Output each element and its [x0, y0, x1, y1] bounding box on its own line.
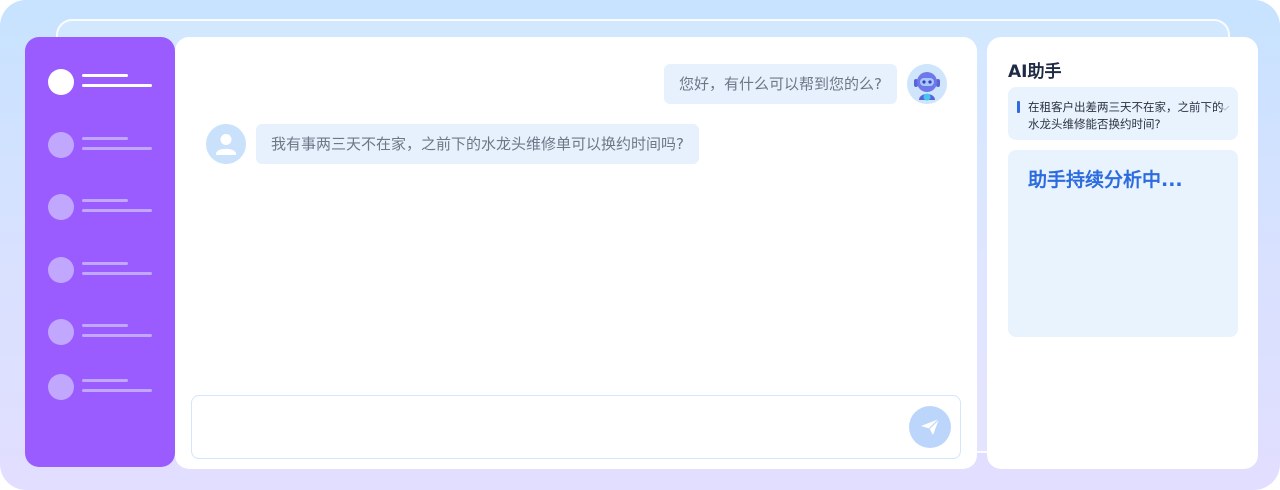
user-avatar-icon	[206, 124, 246, 164]
ai-assistant-panel: AI助手 在租客户出差两三天不在家，之前下的水龙头维修能否换约时间? 助手持续分…	[987, 37, 1258, 469]
user-message-bubble: 我有事两三天不在家，之前下的水龙头维修单可以换约时间吗?	[256, 124, 699, 164]
nav-label-line	[82, 272, 152, 275]
nav-label-line	[82, 199, 128, 202]
nav-label-line	[82, 262, 128, 265]
nav-dot-icon	[48, 319, 74, 345]
nav-label-line	[82, 74, 128, 77]
nav-dot-icon	[48, 69, 74, 95]
nav-dot-icon	[48, 374, 74, 400]
nav-dot-icon	[48, 194, 74, 220]
send-button[interactable]	[909, 406, 951, 448]
nav-label-line	[82, 389, 152, 392]
chevron-down-icon[interactable]	[1220, 104, 1230, 112]
nav-dot-icon	[48, 257, 74, 283]
sidebar-item-2[interactable]	[48, 131, 158, 159]
paper-plane-icon	[921, 418, 940, 435]
sidebar	[25, 37, 175, 467]
analysis-status-card: 助手持续分析中...	[1008, 150, 1238, 337]
nav-label-line	[82, 84, 152, 87]
accent-bar	[1017, 101, 1020, 113]
query-summary-card[interactable]: 在租客户出差两三天不在家，之前下的水龙头维修能否换约时间?	[1008, 87, 1238, 140]
robot-avatar-icon	[907, 64, 947, 104]
query-summary-text: 在租客户出差两三天不在家，之前下的水龙头维修能否换约时间?	[1028, 100, 1224, 131]
analysis-status-text: 助手持续分析中...	[1028, 169, 1183, 191]
sidebar-item-6[interactable]	[48, 373, 158, 401]
sidebar-item-3[interactable]	[48, 193, 158, 221]
app-background: 您好，有什么可以帮到您的么? 我有事两三天不在家，之前下的水龙头维修单可以换约时…	[0, 0, 1280, 490]
nav-label-line	[82, 379, 128, 382]
nav-dot-icon	[48, 132, 74, 158]
message-input[interactable]	[191, 395, 961, 459]
assistant-message-bubble: 您好，有什么可以帮到您的么?	[664, 64, 897, 104]
nav-label-line	[82, 137, 128, 140]
nav-label-line	[82, 334, 152, 337]
nav-label-line	[82, 147, 152, 150]
nav-label-line	[82, 324, 128, 327]
sidebar-item-5[interactable]	[48, 318, 158, 346]
panel-title: AI助手	[1008, 62, 1062, 82]
sidebar-item-4[interactable]	[48, 256, 158, 284]
chat-panel: 您好，有什么可以帮到您的么? 我有事两三天不在家，之前下的水龙头维修单可以换约时…	[175, 37, 977, 469]
nav-label-line	[82, 209, 152, 212]
sidebar-item-1[interactable]	[48, 68, 158, 96]
